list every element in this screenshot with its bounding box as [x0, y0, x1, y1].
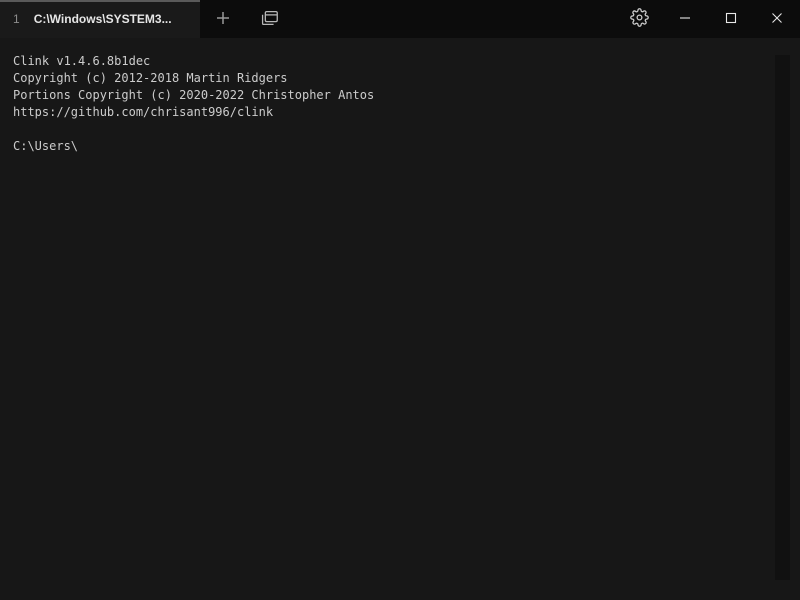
maximize-button[interactable]	[708, 0, 754, 38]
terminal-line-blank	[13, 121, 800, 138]
tab-title: C:\Windows\SYSTEM3...	[34, 12, 190, 26]
plus-icon	[214, 9, 232, 30]
titlebar-drag-area[interactable]	[287, 0, 616, 38]
tab-active[interactable]: 1 C:\Windows\SYSTEM3...	[0, 0, 200, 38]
gear-icon	[630, 8, 649, 30]
tab-index: 1	[13, 12, 20, 26]
close-button[interactable]	[754, 0, 800, 38]
close-icon	[771, 12, 783, 27]
scrollbar[interactable]	[775, 55, 790, 580]
windows-icon	[258, 7, 280, 32]
terminal-line-copyright: Copyright (c) 2012-2018 Martin Ridgers	[13, 70, 800, 87]
maximize-icon	[725, 12, 737, 27]
window-switcher-button[interactable]	[251, 0, 287, 38]
terminal-prompt: C:\Users\	[13, 138, 800, 155]
titlebar: 1 C:\Windows\SYSTEM3...	[0, 0, 800, 38]
terminal-line-clink-version: Clink v1.4.6.8b1dec	[13, 53, 800, 70]
terminal-viewport[interactable]: Clink v1.4.6.8b1dec Copyright (c) 2012-2…	[0, 38, 800, 600]
terminal-line-github-url: https://github.com/chrisant996/clink	[13, 104, 800, 121]
settings-button[interactable]	[616, 0, 662, 38]
minimize-icon	[679, 12, 691, 27]
terminal-line-portions-copyright: Portions Copyright (c) 2020-2022 Christo…	[13, 87, 800, 104]
new-tab-button[interactable]	[205, 0, 241, 38]
minimize-button[interactable]	[662, 0, 708, 38]
